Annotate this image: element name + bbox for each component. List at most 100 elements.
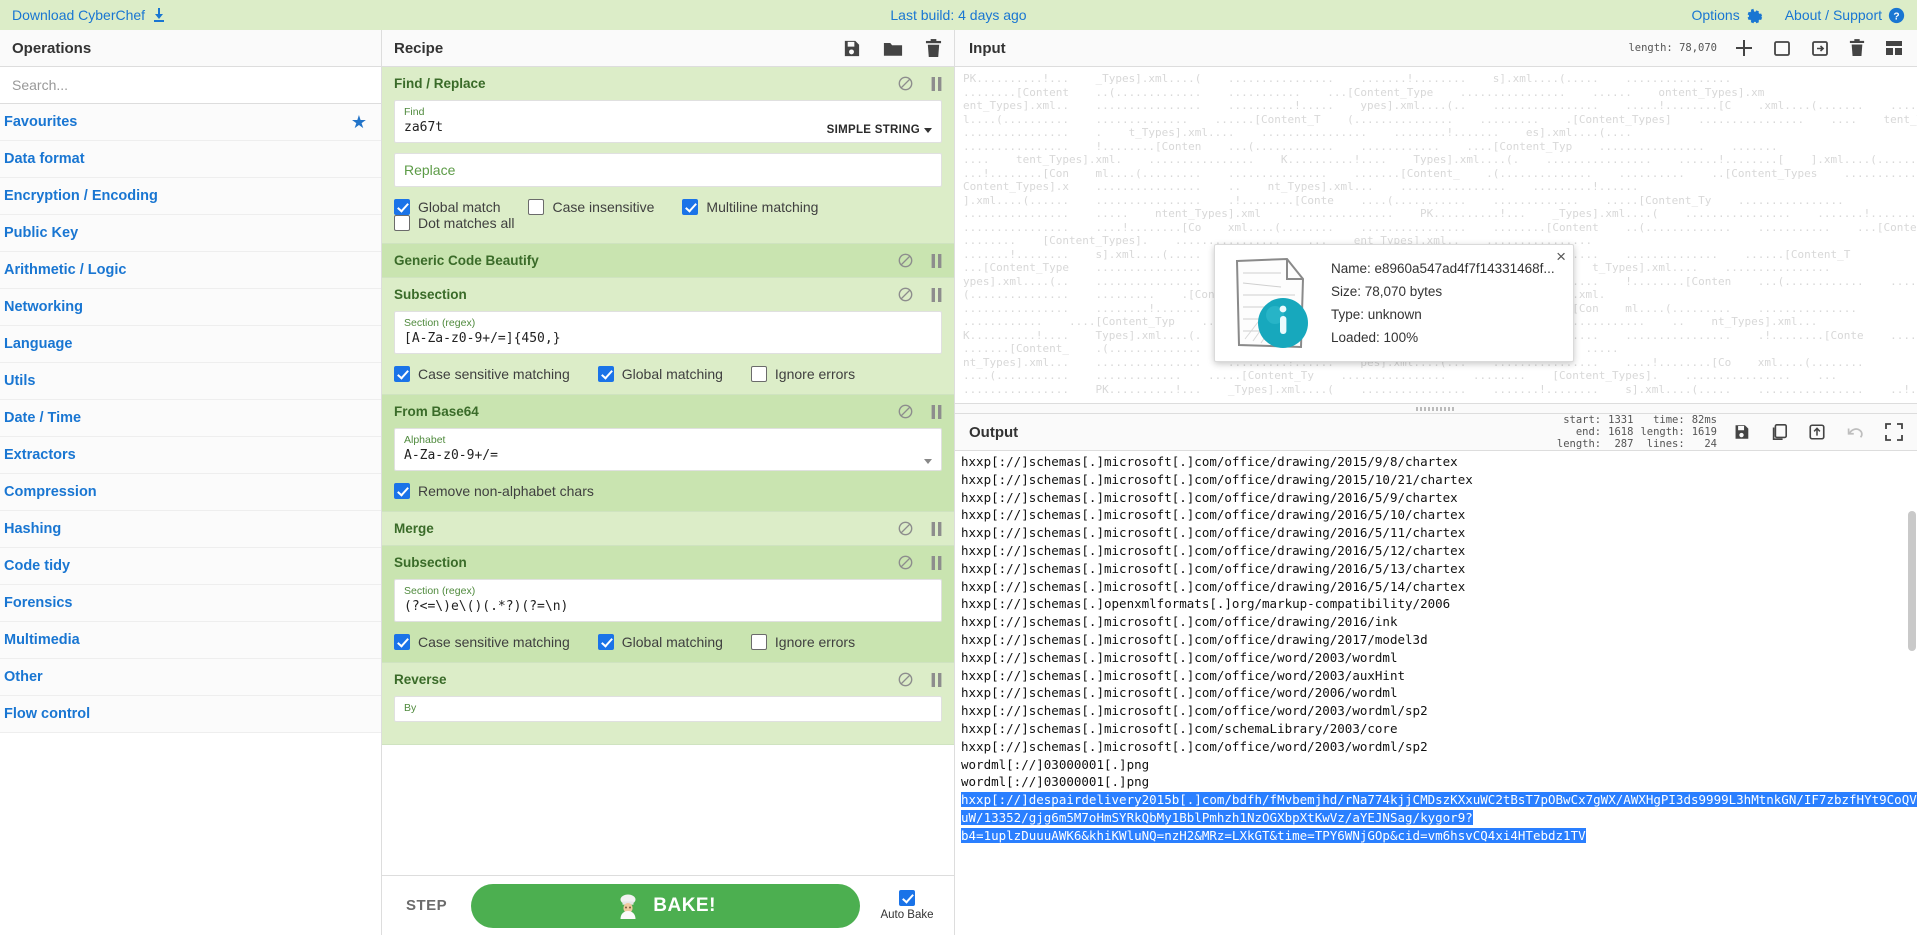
operation-checkbox-arg[interactable]: Ignore errors	[750, 366, 855, 382]
copy-output-icon[interactable]	[1770, 423, 1788, 441]
output-line-selected[interactable]: uW/13352/gjg6m5M7oHmSYRkQbMy1BblPmhzh1Nz…	[961, 809, 1911, 827]
operation-field[interactable]: Section (regex) (?<=\)e\()(.*?)(?=\n)	[394, 579, 942, 622]
operation-field-value[interactable]: (?<=\)e\()(.*?)(?=\n)	[404, 599, 568, 614]
breakpoint-pause-icon[interactable]	[931, 287, 942, 302]
download-cyberchef-link[interactable]: Download CyberChef	[12, 7, 167, 23]
question-circle-icon[interactable]: ?	[1888, 7, 1905, 24]
about-support-button[interactable]: About / Support ?	[1785, 7, 1905, 24]
operation-field[interactable]: Section (regex) [A-Za-z0-9+/=]{450,}	[394, 311, 942, 354]
operation-field-value[interactable]: A-Za-z0-9+/=	[404, 448, 498, 463]
operations-category-encryption-encoding[interactable]: Encryption / Encoding	[0, 178, 381, 215]
operations-category-code-tidy[interactable]: Code tidy	[0, 548, 381, 585]
io-splitter[interactable]	[955, 404, 1917, 414]
output-line[interactable]: hxxp[://]schemas[.]microsoft[.]com/offic…	[961, 631, 1911, 649]
recipe-operation[interactable]: Subsection Section (regex) [A-Za-z0-9+/=]{…	[382, 278, 954, 395]
operations-category-favourites[interactable]: Favourites ★	[0, 104, 381, 141]
splitter-grip-icon[interactable]	[1416, 406, 1456, 411]
download-icon[interactable]	[151, 7, 167, 23]
auto-bake-toggle[interactable]: Auto Bake	[870, 890, 944, 921]
output-line[interactable]: hxxp[://]schemas[.]microsoft[.]com/schem…	[961, 720, 1911, 738]
output-line[interactable]: hxxp[://]schemas[.]microsoft[.]com/offic…	[961, 471, 1911, 489]
recipe-operation-list[interactable]: Find / Replace Find za67t SIMPLE STRING Repl…	[382, 67, 954, 875]
recipe-operation-header[interactable]: From Base64	[382, 395, 954, 428]
operations-category-data-format[interactable]: Data format	[0, 141, 381, 178]
operation-field-value[interactable]: [A-Za-z0-9+/=]{450,}	[404, 331, 561, 346]
output-line[interactable]: hxxp[://]schemas[.]microsoft[.]com/offic…	[961, 578, 1911, 596]
operations-category-flow-control[interactable]: Flow control	[0, 696, 381, 733]
recipe-operation[interactable]: Reverse By	[382, 663, 954, 745]
operations-category-utils[interactable]: Utils	[0, 363, 381, 400]
reset-pane-layout-icon[interactable]	[1885, 39, 1903, 57]
operation-checkbox[interactable]	[528, 199, 545, 215]
output-line[interactable]: hxxp[://]schemas[.]microsoft[.]com/offic…	[961, 702, 1911, 720]
disable-operation-icon[interactable]	[898, 555, 913, 570]
output-line[interactable]: hxxp[://]schemas[.]microsoft[.]com/offic…	[961, 613, 1911, 631]
operation-checkbox[interactable]	[394, 634, 410, 650]
maximise-icon[interactable]	[1885, 423, 1903, 441]
options-button[interactable]: Options	[1691, 7, 1762, 24]
output-line-selected[interactable]: hxxp[://]despairdelivery2015b[.]com/bdfh…	[961, 791, 1917, 809]
operations-category-date-time[interactable]: Date / Time	[0, 400, 381, 437]
recipe-operation-header[interactable]: Generic Code Beautify	[382, 244, 954, 277]
breakpoint-pause-icon[interactable]	[931, 76, 942, 91]
operations-category-networking[interactable]: Networking	[0, 289, 381, 326]
operation-field[interactable]: Alphabet A-Za-z0-9+/=	[394, 428, 942, 471]
replace-input-icon[interactable]	[1808, 423, 1826, 441]
output-scrollbar[interactable]	[1908, 511, 1916, 651]
recipe-operation-header[interactable]: Find / Replace	[382, 67, 954, 100]
operation-field[interactable]: Find za67t SIMPLE STRING	[394, 100, 942, 143]
operation-field-placeholder[interactable]: Replace	[404, 162, 455, 178]
save-output-icon[interactable]	[1733, 423, 1750, 441]
operations-category-public-key[interactable]: Public Key	[0, 215, 381, 252]
disable-operation-icon[interactable]	[898, 404, 913, 419]
chevron-down-icon[interactable]	[924, 459, 932, 464]
disable-operation-icon[interactable]	[898, 521, 913, 536]
breakpoint-pause-icon[interactable]	[931, 672, 942, 687]
operations-category-arithmetic-logic[interactable]: Arithmetic / Logic	[0, 252, 381, 289]
disable-operation-icon[interactable]	[898, 672, 913, 687]
output-line[interactable]: hxxp[://]schemas[.]microsoft[.]com/offic…	[961, 738, 1911, 756]
operation-checkbox-arg[interactable]: Dot matches all	[394, 215, 514, 231]
output-selection[interactable]: b4=1uplzDuuuAWK6&khiKWluNQ=nzH2&MRz=LXkG…	[961, 827, 1586, 843]
operation-field[interactable]: By	[394, 696, 942, 722]
output-content[interactable]: hxxp[://]schemas[.]microsoft[.]com/offic…	[955, 451, 1917, 845]
open-folder-icon[interactable]	[1773, 39, 1791, 57]
output-line[interactable]: hxxp[://]schemas[.]microsoft[.]com/offic…	[961, 506, 1911, 524]
output-textarea[interactable]: hxxp[://]schemas[.]microsoft[.]com/offic…	[955, 451, 1917, 935]
file-info-popup[interactable]: × Name: e8960a547ad4f7f14331468f... Size…	[1214, 244, 1574, 362]
operation-checkbox[interactable]	[597, 366, 614, 382]
disable-operation-icon[interactable]	[898, 287, 913, 302]
operation-checkbox[interactable]	[394, 199, 410, 215]
operations-category-hashing[interactable]: Hashing	[0, 511, 381, 548]
save-recipe-icon[interactable]	[842, 39, 861, 58]
breakpoint-pause-icon[interactable]	[931, 521, 942, 536]
output-line[interactable]: hxxp[://]schemas[.]microsoft[.]com/offic…	[961, 542, 1911, 560]
step-button[interactable]: STEP	[392, 897, 461, 914]
output-line[interactable]: wordml[://]03000001[.]png	[961, 756, 1911, 774]
operation-checkbox-arg[interactable]: Ignore errors	[750, 634, 855, 650]
operation-checkbox[interactable]	[597, 634, 614, 650]
add-tab-icon[interactable]	[1735, 39, 1753, 57]
recipe-operation[interactable]: From Base64 Alphabet A-Za-z0-9+/= Remove no…	[382, 395, 954, 512]
recipe-operation-header[interactable]: Subsection	[382, 278, 954, 311]
output-line[interactable]: hxxp[://]schemas[.]microsoft[.]com/offic…	[961, 667, 1911, 685]
bake-button[interactable]: BAKE!	[471, 883, 860, 928]
operation-checkbox[interactable]	[750, 366, 767, 382]
operations-category-extractors[interactable]: Extractors	[0, 437, 381, 474]
output-line[interactable]: hxxp[://]schemas[.]microsoft[.]com/offic…	[961, 524, 1911, 542]
operation-checkbox-arg[interactable]: Remove non-alphabet chars	[394, 483, 594, 499]
operation-checkbox-arg[interactable]: Case sensitive matching	[394, 366, 570, 382]
star-icon[interactable]: ★	[351, 113, 367, 131]
search-input[interactable]	[0, 67, 381, 103]
last-build-label[interactable]: Last build: 4 days ago	[890, 7, 1026, 23]
output-line-selected[interactable]: b4=1uplzDuuuAWK6&khiKWluNQ=nzH2&MRz=LXkG…	[961, 827, 1911, 845]
operations-category-multimedia[interactable]: Multimedia	[0, 622, 381, 659]
disable-operation-icon[interactable]	[898, 76, 913, 91]
operation-checkbox-arg[interactable]: Multiline matching	[682, 199, 818, 215]
breakpoint-pause-icon[interactable]	[931, 253, 942, 268]
operation-checkbox[interactable]	[750, 634, 767, 650]
operation-checkbox-arg[interactable]: Case insensitive	[528, 199, 654, 215]
recipe-operation[interactable]: Merge	[382, 512, 954, 546]
operation-checkbox-arg[interactable]: Global matching	[597, 366, 723, 382]
recipe-operation-header[interactable]: Subsection	[382, 546, 954, 579]
